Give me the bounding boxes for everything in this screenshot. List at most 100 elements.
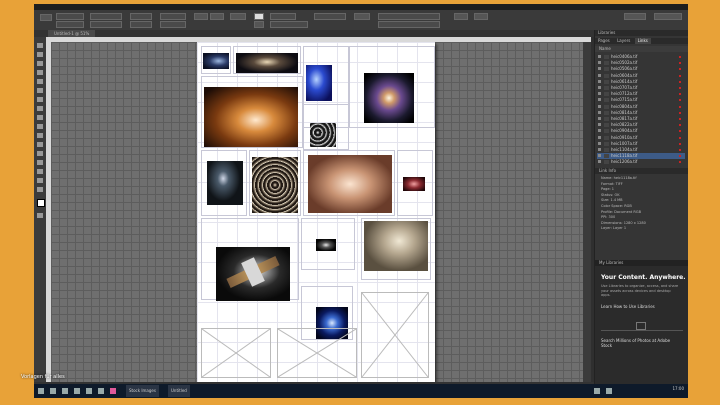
image-frame[interactable]	[397, 150, 433, 216]
effects-opacity-field[interactable]	[314, 13, 346, 20]
document-tab[interactable]: Untitled-1 @ 51%	[48, 30, 96, 37]
gradient-tool-icon[interactable]	[37, 151, 43, 156]
star-cluster-image[interactable]	[252, 157, 298, 213]
link-list-item[interactable]: heic0502a.tif	[597, 60, 685, 66]
fill-stroke-swatch-icon[interactable]	[37, 199, 45, 207]
document-page[interactable]	[197, 42, 435, 382]
link-list-item[interactable]: heic0817a.tif	[597, 116, 685, 122]
link-list-item[interactable]: heic0614a.tif	[597, 79, 685, 85]
volume-icon[interactable]	[606, 388, 612, 394]
x-field[interactable]	[56, 13, 84, 20]
fill-swatch[interactable]	[254, 13, 264, 20]
visibility-icon[interactable]	[598, 129, 601, 133]
visibility-icon[interactable]	[598, 92, 601, 96]
flip-horizontal-button[interactable]	[194, 13, 208, 20]
link-info-header[interactable]: Link Info	[595, 168, 688, 174]
selection-tool-icon[interactable]	[37, 43, 43, 48]
empty-image-frame[interactable]	[201, 328, 271, 378]
link-list-item[interactable]: heic0822a.tif	[597, 122, 685, 128]
visibility-icon[interactable]	[598, 104, 601, 108]
network-icon[interactable]	[594, 388, 600, 394]
search-field[interactable]	[654, 13, 682, 20]
link-list-item[interactable]: heic1007a.tif	[597, 141, 685, 147]
tab-pages[interactable]: Pages	[595, 38, 613, 44]
visibility-icon[interactable]	[598, 110, 601, 114]
rotate-field[interactable]	[160, 13, 186, 20]
image-frame[interactable]	[349, 46, 435, 128]
visibility-icon[interactable]	[598, 154, 601, 158]
indesign-icon[interactable]	[110, 388, 116, 394]
pencil-tool-icon[interactable]	[37, 106, 43, 111]
galaxy-image[interactable]	[207, 161, 243, 205]
spiral-galaxy-image[interactable]	[364, 73, 414, 123]
stroke-type-select[interactable]	[270, 21, 308, 28]
visibility-icon[interactable]	[598, 141, 601, 145]
image-frame[interactable]	[301, 218, 355, 270]
galaxy-image[interactable]	[203, 53, 229, 69]
text-wrap-button[interactable]	[454, 13, 468, 20]
flip-vertical-button[interactable]	[210, 13, 224, 20]
object-style-select[interactable]	[378, 13, 440, 20]
type-tool-icon[interactable]	[37, 79, 43, 84]
galaxy-small-image[interactable]	[316, 239, 336, 251]
empty-image-frame[interactable]	[277, 328, 357, 378]
nebula-image[interactable]	[308, 155, 392, 213]
visibility-icon[interactable]	[598, 148, 601, 151]
stroke-weight-field[interactable]	[270, 13, 296, 20]
pen-tool-icon[interactable]	[37, 97, 43, 102]
frame-options-field[interactable]	[378, 21, 440, 28]
align-button[interactable]	[474, 13, 488, 20]
stroke-swatch[interactable]	[254, 21, 264, 28]
hubble-telescope-image[interactable]	[216, 247, 290, 301]
windows-start-icon[interactable]	[38, 388, 44, 394]
link-list-item[interactable]: heic0904a.tif	[597, 128, 685, 134]
scissors-tool-icon[interactable]	[37, 133, 43, 138]
image-frame[interactable]	[201, 46, 231, 74]
select-container-button[interactable]	[230, 13, 246, 20]
direct-selection-tool-icon[interactable]	[37, 52, 43, 57]
image-frame[interactable]	[201, 218, 299, 301]
eyedropper-tool-icon[interactable]	[37, 169, 43, 174]
system-clock[interactable]: 17:00	[672, 386, 684, 391]
visibility-icon[interactable]	[598, 79, 601, 83]
visibility-icon[interactable]	[598, 160, 601, 164]
link-list-item[interactable]: heic0910a.tif	[597, 135, 685, 141]
vertical-scrollbar[interactable]	[583, 42, 591, 382]
shear-field[interactable]	[160, 21, 186, 28]
visibility-icon[interactable]	[598, 67, 601, 71]
scale-x-field[interactable]	[130, 13, 152, 20]
cc-libraries-header[interactable]: My Libraries	[595, 260, 688, 266]
link-list-item[interactable]: heic1118a.tif	[597, 153, 685, 160]
galaxy-image[interactable]	[236, 53, 298, 73]
visibility-icon[interactable]	[598, 123, 601, 127]
file-explorer-icon[interactable]	[86, 388, 92, 394]
cc-learn-link[interactable]: Learn How to Use Libraries	[601, 304, 685, 309]
link-list-item[interactable]: heic1104a.tif	[597, 147, 685, 153]
zoom-tool-icon[interactable]	[37, 187, 43, 192]
reference-point-control[interactable]	[40, 14, 52, 21]
visibility-icon[interactable]	[598, 61, 601, 65]
nebula-orange-image[interactable]	[204, 87, 298, 147]
nebula-red-image[interactable]	[403, 177, 425, 191]
empty-image-frame[interactable]	[361, 292, 429, 378]
link-list-item[interactable]: heic0715a.tif	[597, 97, 685, 103]
line-tool-icon[interactable]	[37, 88, 43, 93]
image-frame[interactable]	[249, 150, 301, 216]
tab-links[interactable]: Links	[634, 38, 651, 44]
nebula-beige-image[interactable]	[364, 221, 428, 271]
visibility-icon[interactable]	[598, 117, 601, 120]
visibility-icon[interactable]	[598, 135, 601, 139]
visibility-icon[interactable]	[598, 98, 601, 102]
rectangle-tool-icon[interactable]	[37, 124, 43, 129]
y-field[interactable]	[56, 21, 84, 28]
scale-y-field[interactable]	[130, 21, 152, 28]
note-tool-icon[interactable]	[37, 160, 43, 165]
gap-tool-icon[interactable]	[37, 70, 43, 75]
store-icon[interactable]	[98, 388, 104, 394]
star-field-image[interactable]	[310, 123, 336, 147]
link-list-item[interactable]: heic0814a.tif	[597, 110, 685, 116]
image-frame[interactable]	[303, 104, 349, 150]
rectangle-frame-tool-icon[interactable]	[37, 115, 43, 120]
link-list-item[interactable]: heic0406a.tif	[597, 54, 685, 60]
tab-layers[interactable]: Layers	[614, 38, 633, 44]
